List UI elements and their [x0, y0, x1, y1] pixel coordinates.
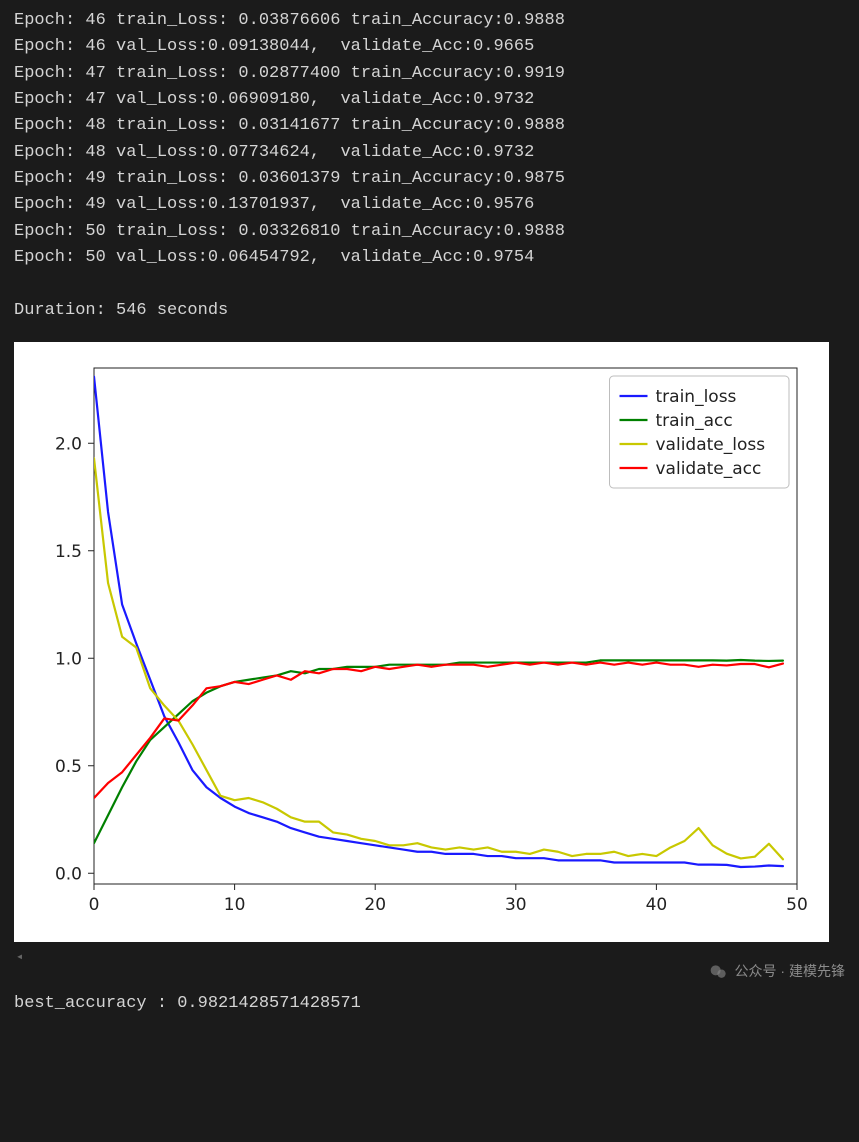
- legend-label: validate_acc: [656, 459, 762, 479]
- log-line: Epoch: 46 val_Loss:0.09138044, validate_…: [14, 34, 845, 60]
- y-tick-label: 0.0: [55, 864, 82, 884]
- log-line: Epoch: 46 train_Loss: 0.03876606 train_A…: [14, 8, 845, 34]
- x-tick-label: 10: [224, 895, 246, 915]
- y-tick-label: 2.0: [55, 434, 82, 454]
- x-tick-label: 20: [364, 895, 386, 915]
- log-line: Epoch: 50 val_Loss:0.06454792, validate_…: [14, 245, 845, 271]
- log-line: Epoch: 49 train_Loss: 0.03601379 train_A…: [14, 166, 845, 192]
- watermark-text: 公众号 · 建模先锋: [735, 961, 845, 983]
- log-line: Epoch: 47 train_Loss: 0.02877400 train_A…: [14, 61, 845, 87]
- y-tick-label: 0.5: [55, 757, 82, 777]
- watermark: 公众号 · 建模先锋: [709, 961, 845, 983]
- legend-label: train_acc: [656, 411, 733, 431]
- log-line: Epoch: 48 train_Loss: 0.03141677 train_A…: [14, 113, 845, 139]
- training-log-output: Epoch: 46 train_Loss: 0.03876606 train_A…: [14, 8, 845, 271]
- x-tick-label: 40: [646, 895, 668, 915]
- best-accuracy-output: best_accuracy : 0.9821428571428571: [14, 991, 845, 1017]
- line-chart-svg: 0 10 20 30 40 50 0.0 0.5 1.0 1.5 2.0 train_losstrai…: [22, 350, 821, 934]
- series-validate_loss: [94, 458, 783, 859]
- x-tick-label: 30: [505, 895, 527, 915]
- y-tick-label: 1.5: [55, 542, 82, 562]
- x-tick-label: 50: [786, 895, 808, 915]
- log-line: Epoch: 50 train_Loss: 0.03326810 train_A…: [14, 219, 845, 245]
- log-line: Epoch: 49 val_Loss:0.13701937, validate_…: [14, 192, 845, 218]
- log-line: Epoch: 47 val_Loss:0.06909180, validate_…: [14, 87, 845, 113]
- log-line: Epoch: 48 val_Loss:0.07734624, validate_…: [14, 140, 845, 166]
- wechat-icon: [709, 962, 729, 982]
- legend-label: validate_loss: [656, 435, 766, 455]
- x-tick-label: 0: [89, 895, 100, 915]
- legend-label: train_loss: [656, 387, 737, 407]
- training-curves-chart: 0 10 20 30 40 50 0.0 0.5 1.0 1.5 2.0 train_losstrai…: [14, 342, 829, 942]
- y-tick-label: 1.0: [55, 649, 82, 669]
- blank-line: [14, 271, 845, 297]
- duration-output: Duration: 546 seconds: [14, 298, 845, 324]
